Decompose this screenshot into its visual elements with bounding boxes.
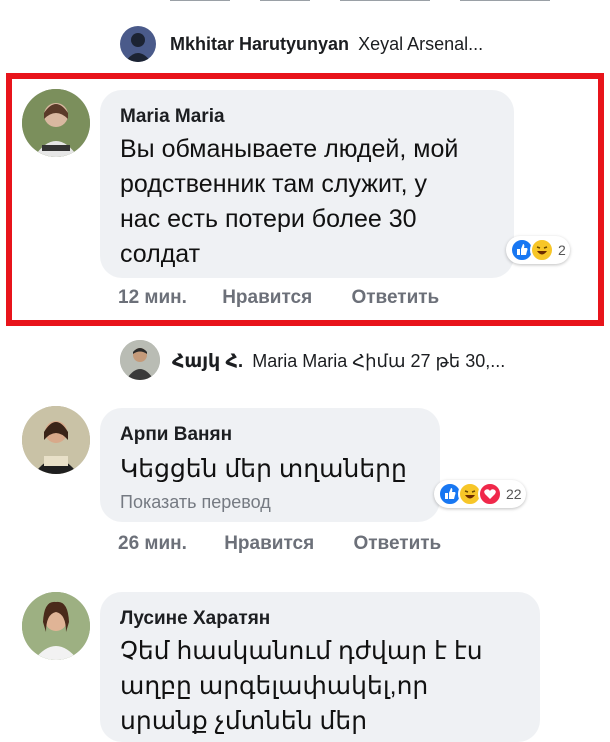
avatar[interactable] <box>120 26 156 62</box>
comment-text: Չեմ հասկանում դժվար է էս աղբը արգելափակե… <box>120 634 530 739</box>
comment-text: Կեցցեն մեր տղաները <box>120 455 407 483</box>
comment-text: Вы обманываете людей, мой родственник та… <box>120 132 510 272</box>
reply-text: Maria Maria Հիմա 27 թե 30,... <box>252 351 506 371</box>
cutoff-top <box>170 0 550 4</box>
comment-time[interactable]: 12 мин. <box>118 287 187 308</box>
reply-text-line: Mkhitar Harutyunyan Xeyal Arsenal... <box>170 34 483 55</box>
reactions-badge[interactable]: 2 <box>506 236 570 264</box>
translate-link[interactable]: Показать перевод <box>120 492 271 513</box>
reply-author[interactable]: Հայկ Հ. <box>172 351 243 372</box>
reply-link[interactable]: Ответить <box>353 533 441 554</box>
avatar[interactable] <box>22 89 90 157</box>
like-link[interactable]: Нравится <box>222 287 312 308</box>
comment-meta: 26 мин. Нравится Ответить <box>118 533 441 555</box>
reply-row-2[interactable]: Հայկ Հ. Maria Maria Հիմա 27 թե 30,... <box>120 340 580 380</box>
comment-line: нас есть потери более 30 <box>120 205 417 233</box>
reaction-count: 2 <box>558 242 566 258</box>
love-reaction-icon <box>478 482 502 506</box>
reply-text: Xeyal Arsenal... <box>358 34 484 54</box>
comment-line: солдат <box>120 240 201 268</box>
profile-photo-icon <box>120 340 160 380</box>
haha-reaction-icon <box>530 238 554 262</box>
avatar[interactable] <box>120 340 160 380</box>
reactions-badge[interactable]: 22 <box>434 480 526 508</box>
comment-author[interactable]: Maria Maria <box>120 106 225 128</box>
comment-line: Չեմ հասկանում դժվար է էս <box>120 637 483 665</box>
comment-bubble: Арпи Ванян Կեցցեն մեր տղաները Показать п… <box>100 408 440 522</box>
comment-line: աղբը արգելափակել,որ <box>120 672 429 700</box>
reply-row-1[interactable]: Mkhitar Harutyunyan Xeyal Arsenal... <box>120 26 580 62</box>
avatar[interactable] <box>22 592 90 660</box>
comment-author[interactable]: Лусине Харатян <box>120 608 270 630</box>
profile-photo-icon <box>22 592 90 660</box>
like-link[interactable]: Нравится <box>224 533 314 554</box>
comment-author[interactable]: Арпи Ванян <box>120 424 232 446</box>
comment-line: Вы обманываете людей, мой <box>120 135 459 163</box>
person-silhouette-icon <box>125 33 151 62</box>
profile-photo-icon <box>22 406 90 474</box>
profile-photo-icon <box>22 89 90 157</box>
comment-line: родственник там служит, у <box>120 170 427 198</box>
comment-line: սրանք չմտնեն մեր <box>120 707 368 735</box>
reply-author[interactable]: Mkhitar Harutyunyan <box>170 34 349 54</box>
comment-bubble: Maria Maria Вы обманываете людей, мой ро… <box>100 90 514 278</box>
comment-meta: 12 мин. Нравится Ответить <box>118 287 439 309</box>
reply-link[interactable]: Ответить <box>351 287 439 308</box>
comment-bubble: Лусине Харатян Չեմ հասկանում դժվար է էս … <box>100 592 540 742</box>
reply-text-line: Հայկ Հ. Maria Maria Հիմա 27 թե 30,... <box>172 350 505 373</box>
avatar[interactable] <box>22 406 90 474</box>
reaction-count: 22 <box>506 486 522 502</box>
comment-time[interactable]: 26 мин. <box>118 533 187 554</box>
